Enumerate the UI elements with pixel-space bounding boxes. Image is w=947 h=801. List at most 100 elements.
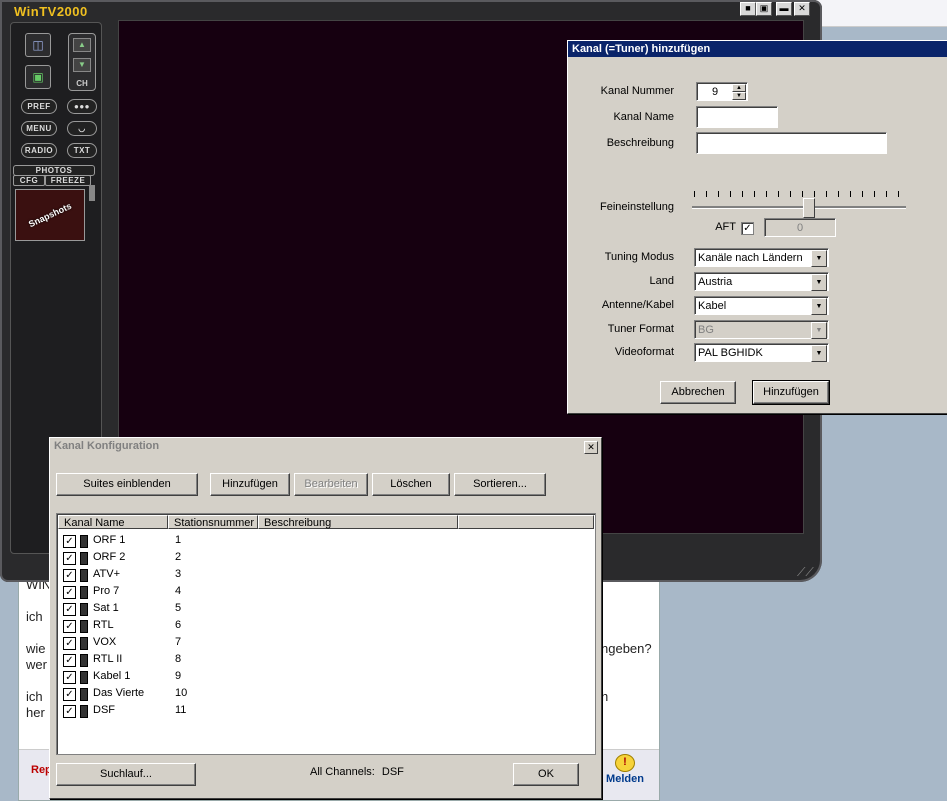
column-header-kanal-name[interactable]: Kanal Name bbox=[58, 515, 168, 529]
antenne-kabel-select[interactable]: Kabel ▼ bbox=[694, 296, 829, 315]
row-checkbox[interactable]: ✓ bbox=[63, 637, 76, 650]
channel-label: CH bbox=[76, 79, 88, 88]
chevron-down-icon[interactable]: ▼ bbox=[811, 345, 827, 362]
tv-icon bbox=[80, 569, 88, 582]
chevron-down-icon[interactable]: ▼ bbox=[811, 298, 827, 315]
kanal-nummer-spinner[interactable]: ▲ ▼ bbox=[732, 84, 746, 100]
tuner-format-value: BG bbox=[698, 324, 714, 336]
ok-button[interactable]: OK bbox=[513, 763, 579, 786]
add-channel-dialog: Kanal (=Tuner) hinzufügen Kanal Nummer 9… bbox=[567, 40, 947, 414]
tuner-format-label: Tuner Format bbox=[607, 323, 674, 335]
snapshot-thumbnail[interactable]: Snapshots bbox=[15, 189, 85, 241]
column-header-empty[interactable] bbox=[458, 515, 594, 529]
channel-name: ORF 2 bbox=[93, 551, 126, 563]
row-checkbox[interactable]: ✓ bbox=[63, 620, 76, 633]
row-checkbox[interactable]: ✓ bbox=[63, 535, 76, 548]
wintv-restore-button[interactable]: ▣ bbox=[756, 2, 772, 16]
cfg-button[interactable]: CFG bbox=[13, 175, 45, 186]
show-suites-button[interactable]: Suites einblenden bbox=[56, 473, 198, 496]
windows-icon: ▣ bbox=[32, 70, 44, 84]
bg-text-line: ich bbox=[26, 689, 43, 704]
channel-config-dialog: Kanal Konfiguration ✕ Suites einblenden … bbox=[49, 437, 602, 799]
row-checkbox[interactable]: ✓ bbox=[63, 705, 76, 718]
camera-icon: ◫ bbox=[32, 38, 44, 52]
add-channel-button[interactable]: Hinzufügen bbox=[210, 473, 290, 496]
tuning-modus-select[interactable]: Kanäle nach Ländern ▼ bbox=[694, 248, 829, 267]
channel-name: ORF 1 bbox=[93, 534, 126, 546]
land-select[interactable]: Austria ▼ bbox=[694, 272, 829, 291]
feineinstellung-slider[interactable] bbox=[692, 191, 906, 221]
tv-icon bbox=[80, 586, 88, 599]
channel-name: RTL bbox=[93, 619, 114, 631]
beschreibung-input[interactable] bbox=[696, 132, 887, 154]
row-checkbox[interactable]: ✓ bbox=[63, 603, 76, 616]
spin-down-icon[interactable]: ▼ bbox=[732, 92, 746, 100]
row-checkbox[interactable]: ✓ bbox=[63, 671, 76, 684]
channel-name: ATV+ bbox=[93, 568, 121, 580]
report-label: Melden bbox=[606, 773, 644, 785]
radio-button[interactable]: RADIO bbox=[21, 143, 57, 158]
land-label: Land bbox=[649, 275, 674, 287]
tv-icon bbox=[80, 603, 88, 616]
background-page-top bbox=[810, 0, 947, 27]
cancel-button[interactable]: Abbrechen bbox=[660, 381, 736, 404]
channel-number: 1 bbox=[175, 534, 182, 546]
antenne-kabel-value: Kabel bbox=[698, 300, 727, 312]
tv-icon bbox=[80, 705, 88, 718]
tuning-modus-value: Kanäle nach Ländern bbox=[698, 252, 803, 264]
menu-button[interactable]: MENU bbox=[21, 121, 57, 136]
tv-icon bbox=[80, 637, 88, 650]
remote-button[interactable]: ●●● bbox=[67, 99, 97, 114]
kanal-nummer-field[interactable]: 9 ▲ ▼ bbox=[696, 82, 748, 101]
resize-grip-icon[interactable]: ⟋⟋ bbox=[797, 565, 817, 579]
dots-icon: ●●● bbox=[74, 102, 90, 111]
channel-number: 2 bbox=[175, 551, 182, 563]
chevron-down-icon[interactable]: ▼ bbox=[811, 274, 827, 291]
pref-button[interactable]: PREF bbox=[21, 99, 57, 114]
add-channel-title: Kanal (=Tuner) hinzufügen bbox=[568, 41, 947, 57]
delete-channel-button[interactable]: Löschen bbox=[372, 473, 450, 496]
row-checkbox[interactable]: ✓ bbox=[63, 586, 76, 599]
teletext-button[interactable]: TXT bbox=[67, 143, 97, 158]
beschreibung-label: Beschreibung bbox=[606, 137, 674, 149]
freeze-button[interactable]: FREEZE bbox=[45, 175, 91, 186]
channel-number: 10 bbox=[175, 687, 188, 699]
mute-button[interactable]: ◡ bbox=[67, 121, 97, 136]
row-checkbox[interactable]: ✓ bbox=[63, 569, 76, 582]
feineinstellung-label: Feineinstellung bbox=[600, 201, 674, 213]
channel-list[interactable]: Kanal Name Stationsnummer Beschreibung ✓… bbox=[56, 513, 596, 755]
spin-up-icon[interactable]: ▲ bbox=[732, 84, 746, 92]
channel-name: Kabel 1 bbox=[93, 670, 131, 682]
report-button[interactable]: ! Melden bbox=[599, 754, 651, 785]
channel-up-button[interactable]: ▲ bbox=[73, 38, 91, 52]
close-icon[interactable]: ✕ bbox=[584, 441, 598, 454]
channel-down-button[interactable]: ▼ bbox=[73, 58, 91, 72]
chevron-down-icon[interactable]: ▼ bbox=[811, 250, 827, 267]
wintv-option-button[interactable]: ■ bbox=[740, 2, 756, 16]
wintv-close-button[interactable]: ✕ bbox=[794, 2, 810, 16]
snapshot-button[interactable]: ◫ bbox=[25, 33, 51, 57]
kanal-name-input[interactable] bbox=[696, 106, 778, 128]
bg-text-line: h bbox=[601, 689, 609, 704]
row-checkbox[interactable]: ✓ bbox=[63, 688, 76, 701]
tv-icon bbox=[80, 620, 88, 633]
videoformat-select[interactable]: PAL BGHIDK ▼ bbox=[694, 343, 829, 362]
window-mode-button[interactable]: ▣ bbox=[25, 65, 51, 89]
slider-track bbox=[692, 206, 906, 209]
row-checkbox[interactable]: ✓ bbox=[63, 552, 76, 565]
sort-button[interactable]: Sortieren... bbox=[454, 473, 546, 496]
list-header: Kanal Name Stationsnummer Beschreibung bbox=[58, 515, 594, 530]
snapshot-scrollbar[interactable] bbox=[89, 185, 95, 201]
videoformat-value: PAL BGHIDK bbox=[698, 347, 763, 359]
wintv-minimize-button[interactable]: ▬ bbox=[776, 2, 792, 16]
add-button[interactable]: Hinzufügen bbox=[752, 380, 830, 405]
bg-text-line: ich bbox=[26, 609, 43, 624]
aft-checkbox[interactable]: ✓ bbox=[741, 222, 754, 235]
scan-button[interactable]: Suchlauf... bbox=[56, 763, 196, 786]
column-header-stationsnummer[interactable]: Stationsnummer bbox=[168, 515, 258, 529]
all-channels-label: All Channels: bbox=[310, 766, 375, 778]
row-checkbox[interactable]: ✓ bbox=[63, 654, 76, 667]
slider-thumb[interactable] bbox=[803, 198, 815, 218]
channel-name: Das Vierte bbox=[93, 687, 145, 699]
column-header-beschreibung[interactable]: Beschreibung bbox=[258, 515, 458, 529]
